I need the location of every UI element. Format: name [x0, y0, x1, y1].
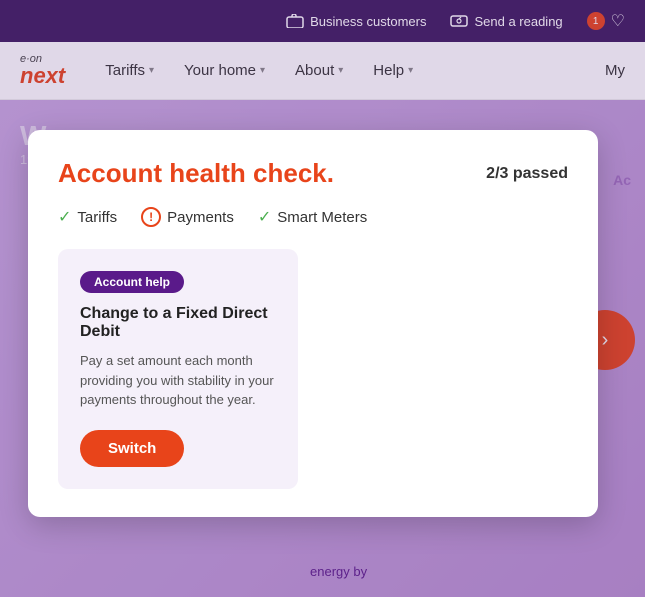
check-warn-icon: ! [141, 207, 161, 227]
check-smart-meters: ✓ Smart Meters [258, 207, 367, 227]
account-help-card: Account help Change to a Fixed Direct De… [58, 249, 298, 489]
modal-title: Account health check. [58, 158, 334, 189]
modal-passed: 2/3 passed [486, 165, 568, 183]
card-description: Pay a set amount each month providing yo… [80, 351, 276, 410]
check-smart-meters-label: Smart Meters [277, 209, 367, 226]
card-tag: Account help [80, 271, 184, 293]
modal-header: Account health check. 2/3 passed [58, 158, 568, 189]
check-ok-icon: ✓ [58, 207, 71, 227]
card-title: Change to a Fixed Direct Debit [80, 305, 276, 341]
check-payments: ! Payments [141, 207, 234, 227]
check-smart-ok-icon: ✓ [258, 207, 271, 227]
check-tariffs-label: Tariffs [77, 209, 117, 226]
checks-row: ✓ Tariffs ! Payments ✓ Smart Meters [58, 207, 568, 227]
switch-button[interactable]: Switch [80, 430, 184, 467]
account-health-modal: Account health check. 2/3 passed ✓ Tarif… [28, 130, 598, 517]
check-payments-label: Payments [167, 209, 234, 226]
check-tariffs: ✓ Tariffs [58, 207, 117, 227]
